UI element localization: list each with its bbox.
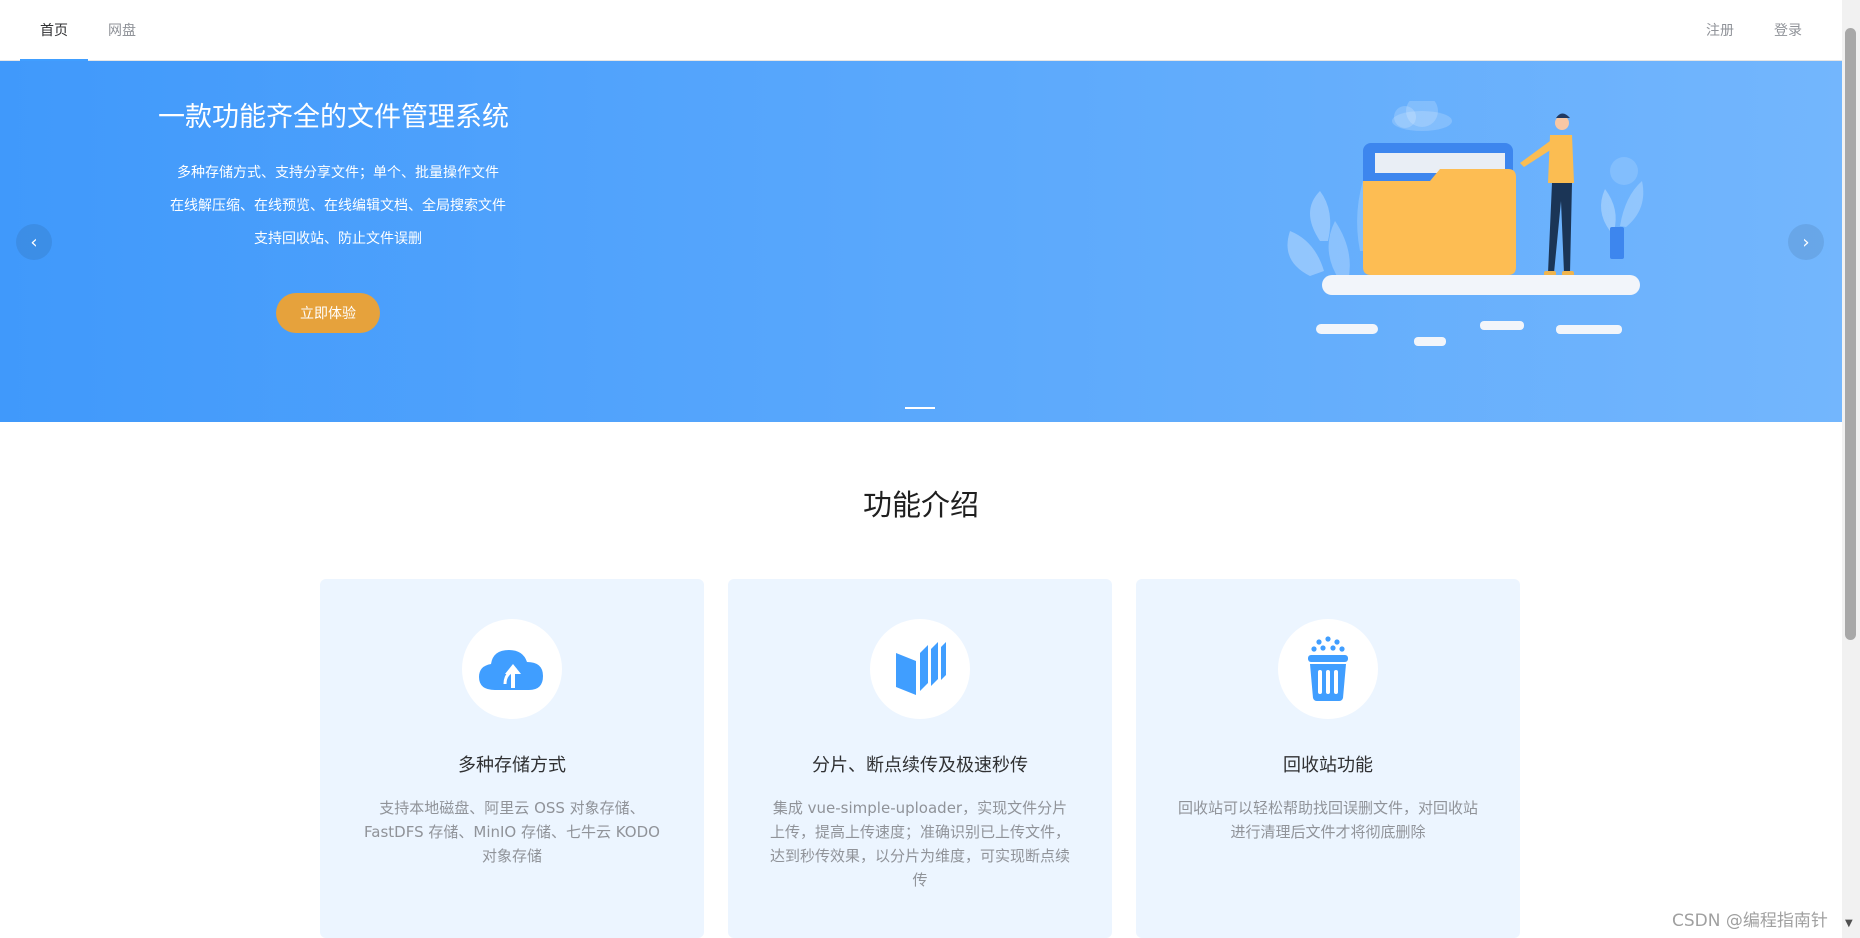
section-title: 功能介绍 bbox=[862, 488, 979, 522]
folder-illustration bbox=[1287, 101, 1644, 346]
banner-feature-line: 在线解压缩、在线预览、在线编辑文档、全局搜索文件 bbox=[170, 198, 506, 214]
chevron-left-icon: ‹ bbox=[30, 231, 38, 253]
card-description: 支持本地磁盘、阿里云 OSS 对象存储、FastDFS 存储、MinIO 存储、… bbox=[364, 799, 660, 865]
banner-title: 一款功能齐全的文件管理系统 bbox=[158, 102, 509, 133]
carousel-prev-button[interactable]: ‹ bbox=[16, 224, 52, 260]
register-link[interactable]: 注册 bbox=[1686, 0, 1754, 60]
watermark: CSDN @编程指南针 bbox=[1672, 911, 1828, 931]
card-title: 多种存储方式 bbox=[458, 755, 566, 776]
card-title: 回收站功能 bbox=[1283, 755, 1373, 776]
tab-netdisk[interactable]: 网盘 bbox=[88, 0, 156, 61]
icon-circle bbox=[870, 619, 970, 719]
feature-card-upload: 分片、断点续传及极速秒传 集成 vue-simple-uploader，实现文件… bbox=[728, 579, 1112, 938]
chevron-right-icon: › bbox=[1802, 231, 1810, 253]
login-link[interactable]: 登录 bbox=[1754, 0, 1822, 60]
nav-tabs: 首页 网盘 bbox=[0, 0, 156, 61]
banner-feature-line: 支持回收站、防止文件误删 bbox=[254, 231, 422, 247]
card-title: 分片、断点续传及极速秒传 bbox=[812, 755, 1028, 776]
recycle-bin-icon bbox=[1308, 636, 1348, 701]
page: 首页 网盘 注册 登录 一款功能齐全的文件管理系统 多种存储方式、支持分享文件；… bbox=[0, 0, 1860, 938]
feature-card-storage: 多种存储方式 支持本地磁盘、阿里云 OSS 对象存储、FastDFS 存储、Mi… bbox=[320, 579, 704, 938]
carousel-next-button[interactable]: › bbox=[1788, 224, 1824, 260]
card-description: 回收站可以轻松帮助找回误删文件，对回收站进行清理后文件才将彻底删除 bbox=[1177, 799, 1478, 841]
icon-circle bbox=[462, 619, 562, 719]
card-description: 集成 vue-simple-uploader，实现文件分片上传，提高上传速度；准… bbox=[769, 799, 1070, 889]
carousel-indicator[interactable] bbox=[905, 407, 935, 409]
hero-carousel: 一款功能齐全的文件管理系统 多种存储方式、支持分享文件；单个、批量操作文件 在线… bbox=[0, 61, 1842, 422]
scrollbar-thumb[interactable] bbox=[1845, 28, 1856, 640]
cloud-upload-icon bbox=[479, 650, 543, 690]
icon-circle bbox=[1278, 619, 1378, 719]
try-now-button[interactable]: 立即体验 bbox=[276, 293, 380, 333]
top-navbar: 首页 网盘 注册 登录 bbox=[0, 0, 1842, 61]
nav-auth-links: 注册 登录 bbox=[1686, 0, 1842, 60]
banner-feature-line: 多种存储方式、支持分享文件；单个、批量操作文件 bbox=[177, 165, 499, 181]
feature-card-recycle: 回收站功能 回收站可以轻松帮助找回误删文件，对回收站进行清理后文件才将彻底删除 bbox=[1136, 579, 1520, 938]
scroll-down-arrow-icon[interactable]: ▼ bbox=[1845, 918, 1853, 929]
tab-home[interactable]: 首页 bbox=[20, 0, 88, 61]
banner-feature-list: 多种存储方式、支持分享文件；单个、批量操作文件 在线解压缩、在线预览、在线编辑文… bbox=[148, 157, 528, 256]
file-chunks-icon bbox=[896, 642, 946, 695]
